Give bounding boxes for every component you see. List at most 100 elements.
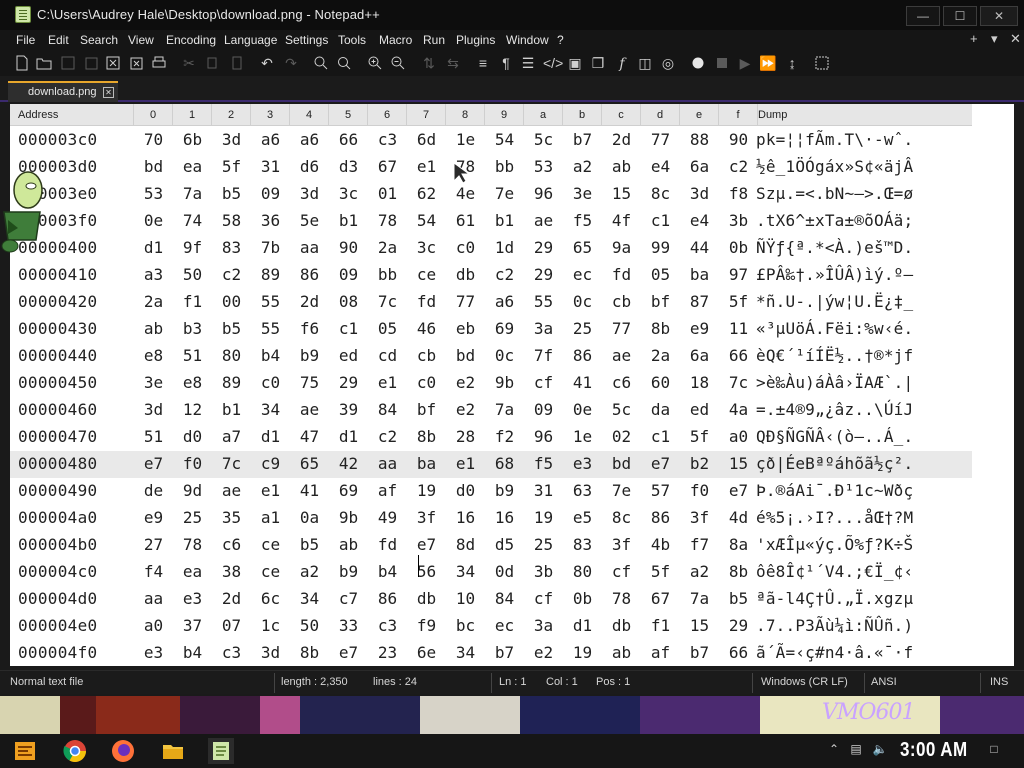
hex-byte[interactable]: 8c (609, 508, 635, 527)
hex-byte[interactable]: 3c (336, 184, 362, 203)
hex-byte[interactable]: e9 (141, 508, 167, 527)
hex-byte[interactable]: e2 (453, 400, 479, 419)
chrome-icon[interactable] (62, 738, 88, 764)
hex-byte[interactable]: 0c (492, 346, 518, 365)
hex-byte[interactable]: d1 (570, 616, 596, 635)
hex-byte[interactable]: 63 (570, 481, 596, 500)
hex-byte[interactable]: b2 (687, 454, 713, 473)
hex-row[interactable]: 000003e0 53 7a b5 09 3d 3c 01 62 4e 7e 96 3e 15 8c 3d f8… (10, 181, 972, 208)
row-dump[interactable]: èQ€´¹íÍË½..†®*jf (756, 346, 913, 365)
hex-byte[interactable]: ea (180, 562, 206, 581)
hex-byte[interactable]: e1 (414, 157, 440, 176)
row-dump[interactable]: £PÂ‰†.»ÎÛÂ)ìý.º— (756, 265, 913, 284)
hex-byte[interactable]: 38 (219, 562, 245, 581)
menu-search[interactable]: Search (80, 33, 118, 47)
hex-byte[interactable]: 0a (297, 508, 323, 527)
taskbar-clock[interactable]: 3:00 AM (900, 739, 968, 762)
hex-byte[interactable]: 7f (531, 346, 557, 365)
hex-byte[interactable]: 8a (726, 535, 752, 554)
hex-byte[interactable]: c3 (375, 616, 401, 635)
hex-byte[interactable]: 5c (609, 400, 635, 419)
hex-byte[interactable]: 3d (258, 643, 284, 662)
hex-byte[interactable]: e4 (687, 211, 713, 230)
hex-byte[interactable]: cd (375, 346, 401, 365)
hex-byte[interactable]: b1 (492, 211, 518, 230)
menu-tools[interactable]: Tools (338, 33, 366, 47)
hex-byte[interactable]: 83 (570, 535, 596, 554)
firefox-icon[interactable] (110, 738, 136, 764)
hex-byte[interactable]: 53 (141, 184, 167, 203)
row-dump[interactable]: >è‰Àu)áÀâ›ÏAÆ`.| (756, 373, 913, 392)
hex-byte[interactable]: 25 (180, 508, 206, 527)
hex-byte[interactable]: 68 (492, 454, 518, 473)
hex-row[interactable]: 00000450 3e e8 89 c0 75 29 e1 c0 e2 9b cf 41 c6 60 18 7c… (10, 370, 972, 397)
function-list-icon[interactable]: f (613, 54, 631, 72)
hex-byte[interactable]: c0 (453, 238, 479, 257)
hex-byte[interactable]: 57 (648, 481, 674, 500)
folder-workspace-icon[interactable]: ◫ (636, 54, 654, 72)
hex-byte[interactable]: e3 (141, 643, 167, 662)
hex-byte[interactable]: 83 (219, 238, 245, 257)
hex-byte[interactable]: d0 (453, 481, 479, 500)
hex-byte[interactable]: 75 (297, 373, 323, 392)
hex-row[interactable]: 00000420 2a f1 00 55 2d 08 7c fd 77 a6 55 0c cb bf 87 5f… (10, 289, 972, 316)
hex-byte[interactable]: f5 (531, 454, 557, 473)
document-list-icon[interactable]: ❐ (589, 54, 607, 72)
hex-byte[interactable]: f8 (726, 184, 752, 203)
menu-macro[interactable]: Macro (379, 33, 412, 47)
hex-byte[interactable]: b7 (570, 130, 596, 149)
hex-byte[interactable]: 69 (336, 481, 362, 500)
hex-byte[interactable]: c6 (609, 373, 635, 392)
menu-settings[interactable]: Settings (285, 33, 328, 47)
hex-byte[interactable]: d6 (297, 157, 323, 176)
hex-byte[interactable]: f4 (141, 562, 167, 581)
hex-byte[interactable]: 7a (180, 184, 206, 203)
hex-row[interactable]: 00000490 de 9d ae e1 41 69 af 19 d0 b9 31 63 7e 57 f0 e7… (10, 478, 972, 505)
hex-byte[interactable]: 1e (570, 427, 596, 446)
cut-icon[interactable]: ✂ (180, 54, 198, 72)
hex-byte[interactable]: c3 (219, 643, 245, 662)
hex-byte[interactable]: ab (336, 535, 362, 554)
hex-byte[interactable]: 66 (336, 130, 362, 149)
hex-byte[interactable]: c2 (492, 265, 518, 284)
hex-byte[interactable]: d1 (141, 238, 167, 257)
hex-byte[interactable]: 90 (726, 130, 752, 149)
hex-byte[interactable]: 3d (297, 184, 323, 203)
play-macro-icon[interactable]: ▶ (736, 54, 754, 72)
hex-byte[interactable]: f0 (180, 454, 206, 473)
hex-byte[interactable]: a2 (687, 562, 713, 581)
hex-byte[interactable]: 11 (726, 319, 752, 338)
hex-byte[interactable]: 37 (180, 616, 206, 635)
hex-byte[interactable]: b9 (336, 562, 362, 581)
hex-byte[interactable]: ec (570, 265, 596, 284)
close-icon[interactable] (104, 54, 122, 72)
hex-byte[interactable]: 60 (648, 373, 674, 392)
row-dump[interactable]: ôê8Î¢¹´V4.;€Ï_¢‹ (756, 562, 913, 581)
minimize-button[interactable]: — (906, 6, 940, 26)
hex-byte[interactable]: ae (297, 400, 323, 419)
hex-byte[interactable]: 4b (648, 535, 674, 554)
hex-byte[interactable]: c1 (648, 211, 674, 230)
hex-byte[interactable]: ed (687, 400, 713, 419)
hex-byte[interactable]: e9 (687, 319, 713, 338)
hex-byte[interactable]: e7 (336, 643, 362, 662)
hex-byte[interactable]: a2 (570, 157, 596, 176)
start-icon[interactable] (12, 738, 38, 764)
hex-byte[interactable]: 7a (687, 589, 713, 608)
hex-byte[interactable]: eb (453, 319, 479, 338)
hex-byte[interactable]: 9b (336, 508, 362, 527)
hex-byte[interactable]: cb (609, 292, 635, 311)
hex-byte[interactable]: b1 (219, 400, 245, 419)
hex-byte[interactable]: d3 (336, 157, 362, 176)
hex-byte[interactable]: 47 (297, 427, 323, 446)
hex-byte[interactable]: f1 (648, 616, 674, 635)
row-dump[interactable]: QÐ§ÑGÑÂ‹(ò–..Á_. (756, 427, 913, 446)
sync-vertical-icon[interactable]: ⇅ (420, 54, 438, 72)
hex-byte[interactable]: 05 (648, 265, 674, 284)
hex-byte[interactable]: 3c (414, 238, 440, 257)
maximize-button[interactable]: ☐ (943, 6, 977, 26)
hex-byte[interactable]: 09 (336, 265, 362, 284)
hex-byte[interactable]: e4 (648, 157, 674, 176)
hex-byte[interactable]: 86 (375, 589, 401, 608)
hex-byte[interactable]: 05 (375, 319, 401, 338)
